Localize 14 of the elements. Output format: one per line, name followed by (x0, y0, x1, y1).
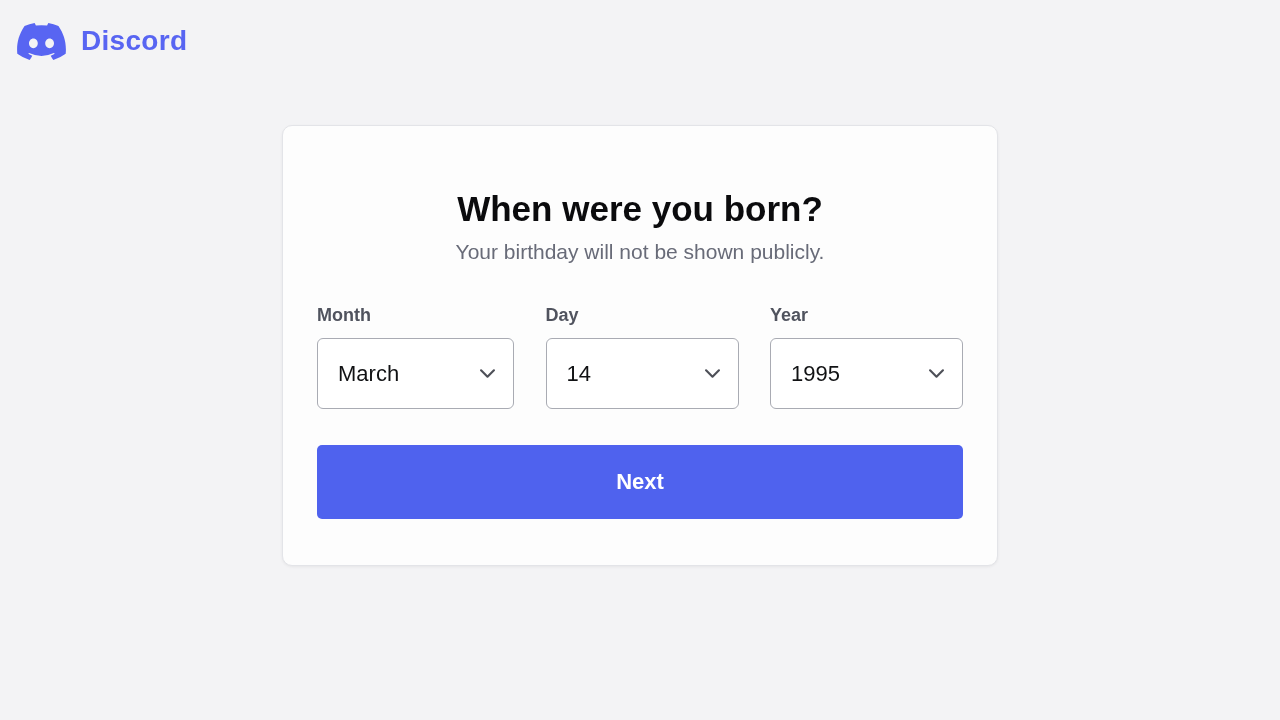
card-title: When were you born? (456, 188, 824, 230)
field-label: Day (545, 304, 580, 326)
chevron-down-icon (704, 369, 720, 378)
logo-wordmark: Discord (81, 25, 188, 57)
logo-icon (17, 22, 66, 60)
dropdown-select[interactable]: 14 (545, 338, 739, 409)
field-label: Year (770, 304, 810, 326)
card-subtitle: Your birthday will not be shown publicly. (454, 239, 826, 265)
chevron-down-icon (929, 369, 944, 378)
dropdown-select[interactable]: 1995 (770, 338, 963, 409)
chevron-down-icon (480, 369, 495, 378)
dropdown-select[interactable]: March (317, 338, 514, 409)
next-button[interactable]: Next (317, 445, 963, 519)
field-label: Month (317, 304, 372, 326)
